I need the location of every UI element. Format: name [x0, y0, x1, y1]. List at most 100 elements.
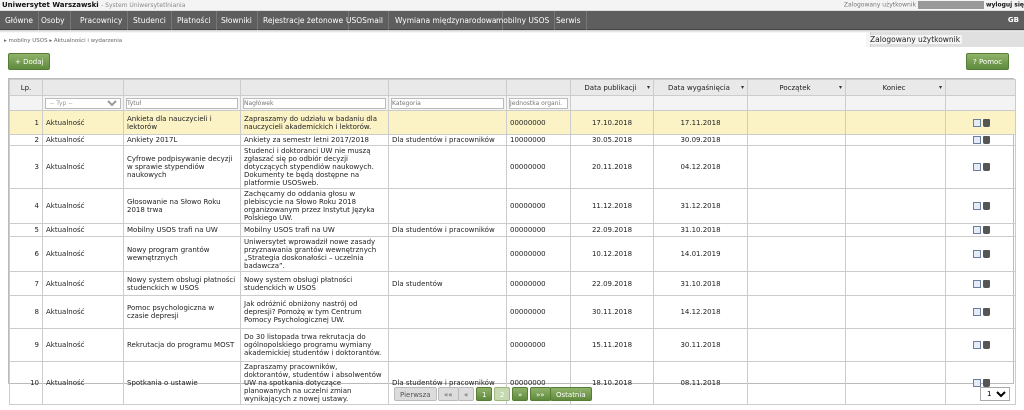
cell-actions	[945, 188, 1016, 224]
trash-icon[interactable]	[983, 379, 990, 387]
menu-item-slowniki[interactable]: Słowniki	[216, 11, 258, 30]
trash-icon[interactable]	[983, 163, 990, 171]
cell-naglowek: Zapraszamy do udziału w badaniu dla nauc…	[240, 110, 389, 135]
cell-koniec	[845, 188, 946, 224]
help-button[interactable]: ? Pomoc	[966, 53, 1010, 70]
logout-link[interactable]: wyloguj się	[986, 2, 1024, 9]
page-2[interactable]: 2	[494, 387, 511, 401]
edit-icon[interactable]	[973, 163, 981, 171]
table-row[interactable]: 8 Aktualność Pomoc psychologiczna w czasie…	[9, 295, 1016, 329]
menu-item-serwis[interactable]: Serwis	[551, 11, 587, 30]
pagination: Pierwsza «« « 1 2 » »» Ostatnia	[0, 387, 1024, 403]
table-body: 1 Aktualność Ankieta dla nauczycieli i lek…	[9, 110, 1016, 405]
menu-item-mobilny[interactable]: mobilny USOS	[491, 11, 556, 30]
edit-icon[interactable]	[973, 226, 981, 234]
news-table-wrap: Lp. Data publikacji ▾ Data wygaśnięcia ▾ P…	[8, 78, 1016, 405]
page-next2[interactable]: »»	[530, 387, 551, 401]
news-table: Lp. Data publikacji ▾ Data wygaśnięcia ▾ P…	[9, 79, 1016, 405]
cell-typ: Aktualność	[42, 110, 124, 135]
filter-row: -- Typ --	[9, 95, 1016, 111]
cell-poczatek	[747, 328, 846, 362]
trash-icon[interactable]	[983, 250, 990, 258]
col-data-wygasniecia[interactable]: Data wygaśnięcia ▾	[653, 79, 748, 96]
menu-item-pracownicy[interactable]: Pracownicy	[75, 11, 129, 30]
table-row[interactable]: 9 Aktualność Rekrutacja do programu MOST Do…	[9, 328, 1016, 362]
filter-naglowek[interactable]	[243, 97, 386, 109]
cell-naglowek: Uniwersytet wprowadził nowe zasady przyz…	[240, 236, 389, 272]
filter-tytul[interactable]	[126, 97, 238, 109]
add-button[interactable]: + Dodaj	[8, 53, 51, 70]
edit-icon[interactable]	[973, 250, 981, 258]
edit-icon[interactable]	[973, 202, 981, 210]
cell-poczatek	[747, 295, 846, 329]
trash-icon[interactable]	[983, 136, 990, 144]
table-row[interactable]: 6 Aktualność Nowy program grantów wewnętrz…	[9, 236, 1016, 272]
page-last[interactable]: Ostatnia	[550, 387, 592, 401]
cell-kategoria	[388, 145, 507, 189]
cell-data-wygasniecia: 14.12.2018	[653, 295, 748, 329]
language-switch[interactable]: GB	[1008, 11, 1019, 30]
cell-koniec	[845, 145, 946, 189]
table-row[interactable]: 7 Aktualność Nowy system obsługi płatności…	[9, 271, 1016, 296]
menu-item-rejestracje[interactable]: Rejestracje żetonowe	[258, 11, 350, 30]
menu-item-platnosci[interactable]: Płatności	[172, 11, 217, 30]
trash-icon[interactable]	[983, 202, 990, 210]
cell-lp: 4	[9, 188, 43, 224]
filter-jednostka[interactable]	[509, 97, 568, 109]
cell-actions	[945, 328, 1016, 362]
filter-typ[interactable]: -- Typ --	[45, 97, 121, 109]
trash-icon[interactable]	[983, 308, 990, 316]
table-row[interactable]: 1 Aktualność Ankieta dla nauczycieli i lek…	[9, 110, 1016, 135]
menu-item-wymiana[interactable]: Wymiana międzynarodowa	[390, 11, 503, 30]
menu-item-osoby[interactable]: Osoby	[36, 11, 71, 30]
edit-icon[interactable]	[973, 279, 981, 288]
cell-koniec	[845, 271, 946, 296]
cell-naglowek: Nowy system obsługi płatności studenckic…	[240, 271, 389, 296]
cell-actions	[945, 271, 1016, 296]
menu-item-studenci[interactable]: Studenci	[128, 11, 172, 30]
filter-kategoria[interactable]	[391, 97, 504, 109]
edit-icon[interactable]	[973, 308, 981, 316]
trash-icon[interactable]	[983, 118, 990, 127]
cell-data-wygasniecia: 30.11.2018	[653, 328, 748, 362]
cell-lp: 2	[9, 134, 43, 146]
edit-icon[interactable]	[973, 118, 981, 127]
col-data-publikacji[interactable]: Data publikacji ▾	[570, 79, 654, 96]
table-row[interactable]: 5 Aktualność Mobilny USOS trafi na UW Mobil…	[9, 223, 1016, 237]
cell-lp: 7	[9, 271, 43, 296]
page-first[interactable]: Pierwsza	[394, 387, 437, 401]
edit-icon[interactable]	[973, 341, 981, 349]
cell-typ: Aktualność	[42, 271, 124, 296]
page-prev[interactable]: «	[458, 387, 475, 401]
cell-actions	[945, 134, 1016, 146]
cell-kategoria	[388, 188, 507, 224]
menu-item-glowne[interactable]: Główne	[0, 11, 40, 30]
table-row[interactable]: 4 Aktualność Głosowanie na Słowo Roku 2018…	[9, 188, 1016, 224]
page-size-select[interactable]: 10	[980, 387, 1010, 401]
filter-kategoria-cell	[388, 95, 507, 111]
filter-empty	[570, 95, 654, 111]
col-kategoria	[388, 79, 507, 96]
cell-koniec	[845, 328, 946, 362]
edit-icon[interactable]	[973, 379, 981, 387]
col-poczatek[interactable]: Początek ▾	[747, 79, 846, 96]
edit-icon[interactable]	[973, 136, 981, 144]
page-next[interactable]: »	[512, 387, 529, 401]
col-naglowek	[240, 79, 389, 96]
page-1[interactable]: 1	[476, 387, 493, 401]
cell-lp: 3	[9, 145, 43, 189]
menu-item-usosmail[interactable]: USOSmail	[341, 11, 389, 30]
cell-tytul: Mobilny USOS trafi na UW	[123, 223, 241, 237]
cell-typ: Aktualność	[42, 134, 124, 146]
col-koniec[interactable]: Koniec ▾	[845, 79, 946, 96]
trash-icon[interactable]	[983, 341, 990, 349]
trash-icon[interactable]	[983, 279, 990, 288]
page-prev2[interactable]: ««	[438, 387, 459, 401]
table-row[interactable]: 3 Aktualność Cyfrowe podpisywanie decyzji …	[9, 145, 1016, 189]
filter-naglowek-cell	[240, 95, 389, 111]
trash-icon[interactable]	[983, 226, 990, 234]
cell-actions	[945, 145, 1016, 189]
breadcrumb: ▸ mobilny USOS ▸ Aktualności i wydarzeni…	[4, 38, 123, 44]
filter-tytul-cell	[123, 95, 241, 111]
table-row[interactable]: 2 Aktualność Ankiety 2017L Ankiety za semes…	[9, 134, 1016, 146]
